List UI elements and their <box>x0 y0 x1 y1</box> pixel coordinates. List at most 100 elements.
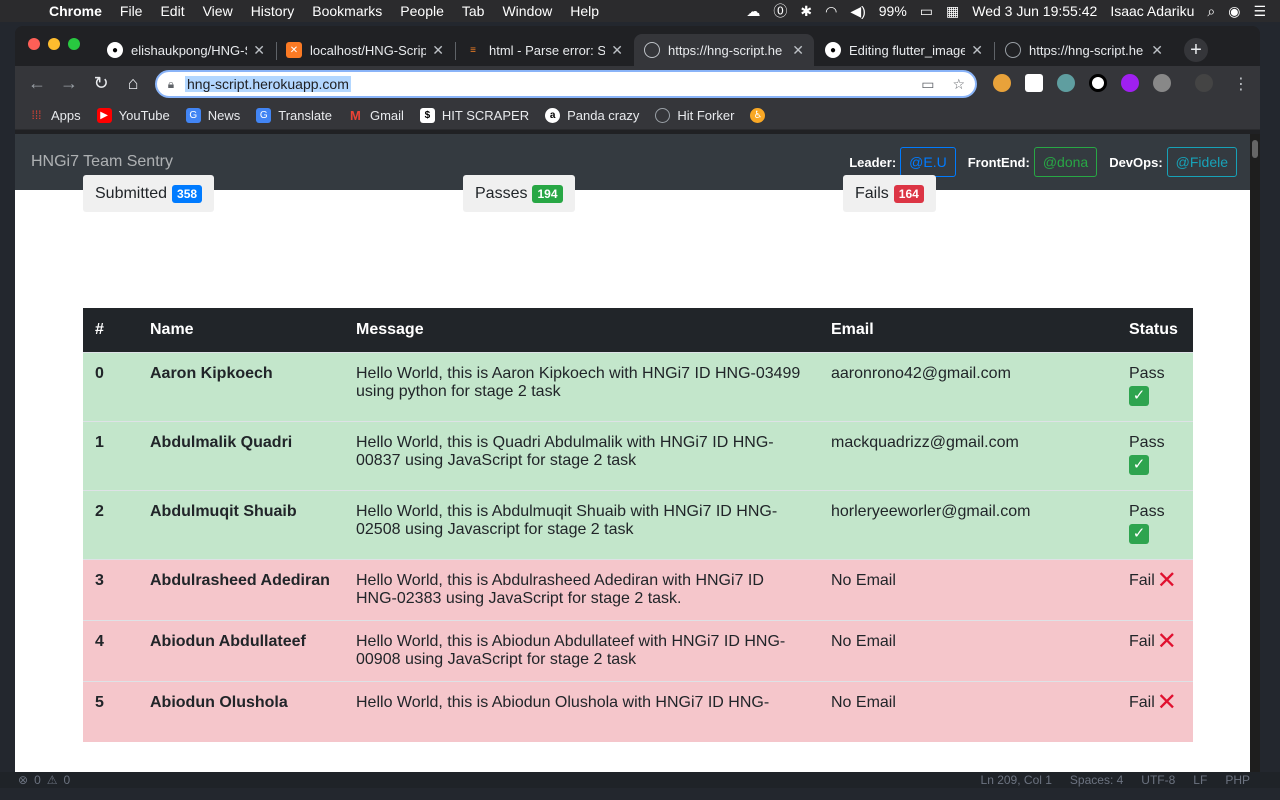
bookmarks-bar: ⁞⁞⁞ Apps ▶ YouTube G News G Translate M … <box>15 101 1260 130</box>
status-text: Fail <box>1129 693 1155 711</box>
battery-icon[interactable]: ▭ <box>920 3 933 20</box>
bluetooth-icon[interactable]: ✱ <box>800 3 812 20</box>
bookmark-translate[interactable]: G Translate <box>256 107 332 123</box>
menu-help[interactable]: Help <box>561 3 608 19</box>
cross-mark-icon: ✕ <box>1156 566 1177 594</box>
browser-tab[interactable]: ● Editing flutter_image ✕ <box>815 34 993 66</box>
submissions-table: # Name Message Email Status 0 Aaron Kipk… <box>83 308 1193 742</box>
bookmark-label: Panda crazy <box>567 107 640 123</box>
forward-arrow-icon[interactable]: → <box>53 73 85 94</box>
bookmark-hit-forker[interactable]: Hit Forker <box>655 107 734 123</box>
accessibility-icon[interactable]: ⓪ <box>773 1 787 21</box>
row-email: No Email <box>819 680 1117 742</box>
line-ending[interactable]: LF <box>1193 773 1207 787</box>
close-tab-icon[interactable]: ✕ <box>792 42 804 59</box>
language-mode[interactable]: PHP <box>1225 773 1250 787</box>
devops-button[interactable]: @Fidele <box>1166 147 1237 177</box>
extension-purple-icon[interactable] <box>1121 74 1139 92</box>
bookmark-accessibility[interactable]: ♿︎ <box>750 107 766 123</box>
extension-cloud-icon[interactable] <box>1153 74 1171 92</box>
browser-tab[interactable]: https://hng-script.he ✕ <box>995 34 1173 66</box>
close-tab-icon[interactable]: ✕ <box>1151 42 1163 59</box>
row-email: aaronrono42@gmail.com <box>819 351 1117 421</box>
chrome-menu-icon[interactable]: ⋮ <box>1233 74 1249 94</box>
reload-icon[interactable]: ↻ <box>85 73 117 94</box>
menu-history[interactable]: History <box>242 3 304 19</box>
bookmark-youtube[interactable]: ▶ YouTube <box>96 107 170 123</box>
calendar-icon[interactable]: ▦ <box>946 3 959 20</box>
problems-count[interactable]: 0 <box>34 773 41 787</box>
maximize-window-button[interactable] <box>68 38 80 50</box>
close-tab-icon[interactable]: ✕ <box>432 42 444 59</box>
menu-window[interactable]: Window <box>493 3 561 19</box>
close-tab-icon[interactable]: ✕ <box>253 42 265 59</box>
menu-file[interactable]: File <box>111 3 152 19</box>
url-text[interactable]: hng-script.herokuapp.com <box>185 76 351 92</box>
row-name: Abiodun Olushola <box>138 680 344 742</box>
extension-wordpress-icon[interactable] <box>1089 74 1107 92</box>
volume-icon[interactable]: ◀) <box>850 3 865 20</box>
warnings-icon[interactable]: ⚠ <box>47 773 58 787</box>
new-tab-button[interactable]: + <box>1184 38 1208 62</box>
menu-people[interactable]: People <box>391 3 453 19</box>
cursor-position[interactable]: Ln 209, Col 1 <box>981 773 1052 787</box>
extension-tampermonkey-icon[interactable] <box>1025 74 1043 92</box>
problems-icon[interactable]: ⊗ <box>18 773 28 787</box>
wifi-icon[interactable]: ◠ <box>825 3 837 20</box>
submitted-stat: Submitted 358 <box>83 175 215 212</box>
extension-eyedropper-icon[interactable] <box>1057 74 1075 92</box>
browser-tab-active[interactable]: https://hng-script.he ✕ <box>634 34 814 66</box>
indentation[interactable]: Spaces: 4 <box>1070 773 1123 787</box>
bookmark-star-icon[interactable]: ☆ <box>952 76 965 93</box>
frontend-button[interactable]: @dona <box>1033 147 1098 177</box>
cast-icon[interactable]: ▭ <box>921 76 934 93</box>
back-arrow-icon[interactable]: ← <box>21 73 53 94</box>
site-brand[interactable]: HNGi7 Team Sentry <box>31 153 173 171</box>
close-tab-icon[interactable]: ✕ <box>611 42 623 59</box>
submitted-label: Submitted <box>95 184 168 202</box>
menu-bookmarks[interactable]: Bookmarks <box>303 3 391 19</box>
menu-edit[interactable]: Edit <box>151 3 193 19</box>
news-icon: G <box>185 107 201 123</box>
bookmark-panda-crazy[interactable]: a Panda crazy <box>545 107 640 123</box>
menu-view[interactable]: View <box>194 3 242 19</box>
clock[interactable]: Wed 3 Jun 19:55:42 <box>972 3 1097 19</box>
spotlight-search-icon[interactable]: ⌕ <box>1207 3 1215 20</box>
passes-count-badge: 194 <box>532 184 563 203</box>
encoding[interactable]: UTF-8 <box>1141 773 1175 787</box>
bookmark-hit-scraper[interactable]: $ HIT SCRAPER <box>419 107 529 123</box>
browser-tab[interactable]: ● elishaukpong/HNG-S ✕ <box>97 34 275 66</box>
passes-stat: Passes 194 <box>463 175 575 212</box>
leader-button[interactable]: @E.U <box>900 147 956 177</box>
hit-scraper-icon: $ <box>419 107 435 123</box>
bookmark-news[interactable]: G News <box>185 107 240 123</box>
browser-tab[interactable]: ≡ html - Parse error: S ✕ <box>455 34 633 66</box>
warnings-count[interactable]: 0 <box>64 773 71 787</box>
bookmark-gmail[interactable]: M Gmail <box>348 108 404 123</box>
menu-tab[interactable]: Tab <box>453 3 494 19</box>
row-message: Hello World, this is Quadri Abdulmalik w… <box>344 420 819 490</box>
row-name: Abdulmalik Quadri <box>138 420 344 490</box>
tab-title: https://hng-script.he <box>668 42 783 58</box>
lock-icon[interactable]: 🔒︎ <box>157 77 185 92</box>
menu-app-chrome[interactable]: Chrome <box>40 3 111 19</box>
home-icon[interactable]: ⌂ <box>117 73 149 94</box>
browser-tab[interactable]: ✕ localhost/HNG-Scrip ✕ <box>276 34 454 66</box>
cloud-upload-icon[interactable]: ☁ <box>746 3 760 20</box>
tab-title: localhost/HNG-Scrip <box>310 42 427 58</box>
notification-center-icon[interactable]: ☰ <box>1253 3 1266 20</box>
table-row: 1 Abdulmalik Quadri Hello World, this is… <box>83 420 1193 490</box>
globe-icon <box>655 107 671 123</box>
profile-avatar[interactable] <box>1195 74 1213 92</box>
row-status: Fail✕ <box>1117 619 1193 681</box>
user-name[interactable]: Isaac Adariku <box>1110 3 1194 19</box>
scrollbar-thumb[interactable] <box>1252 140 1258 158</box>
extension-owl-icon[interactable] <box>993 74 1011 92</box>
siri-icon[interactable]: ◉ <box>1228 3 1240 20</box>
page-scrollbar[interactable] <box>1250 134 1260 772</box>
address-bar[interactable]: 🔒︎ hng-script.herokuapp.com ▭ ☆ <box>155 70 977 98</box>
bookmark-apps[interactable]: ⁞⁞⁞ Apps <box>29 108 80 123</box>
close-tab-icon[interactable]: ✕ <box>971 42 983 59</box>
close-window-button[interactable] <box>28 38 40 50</box>
minimize-window-button[interactable] <box>48 38 60 50</box>
